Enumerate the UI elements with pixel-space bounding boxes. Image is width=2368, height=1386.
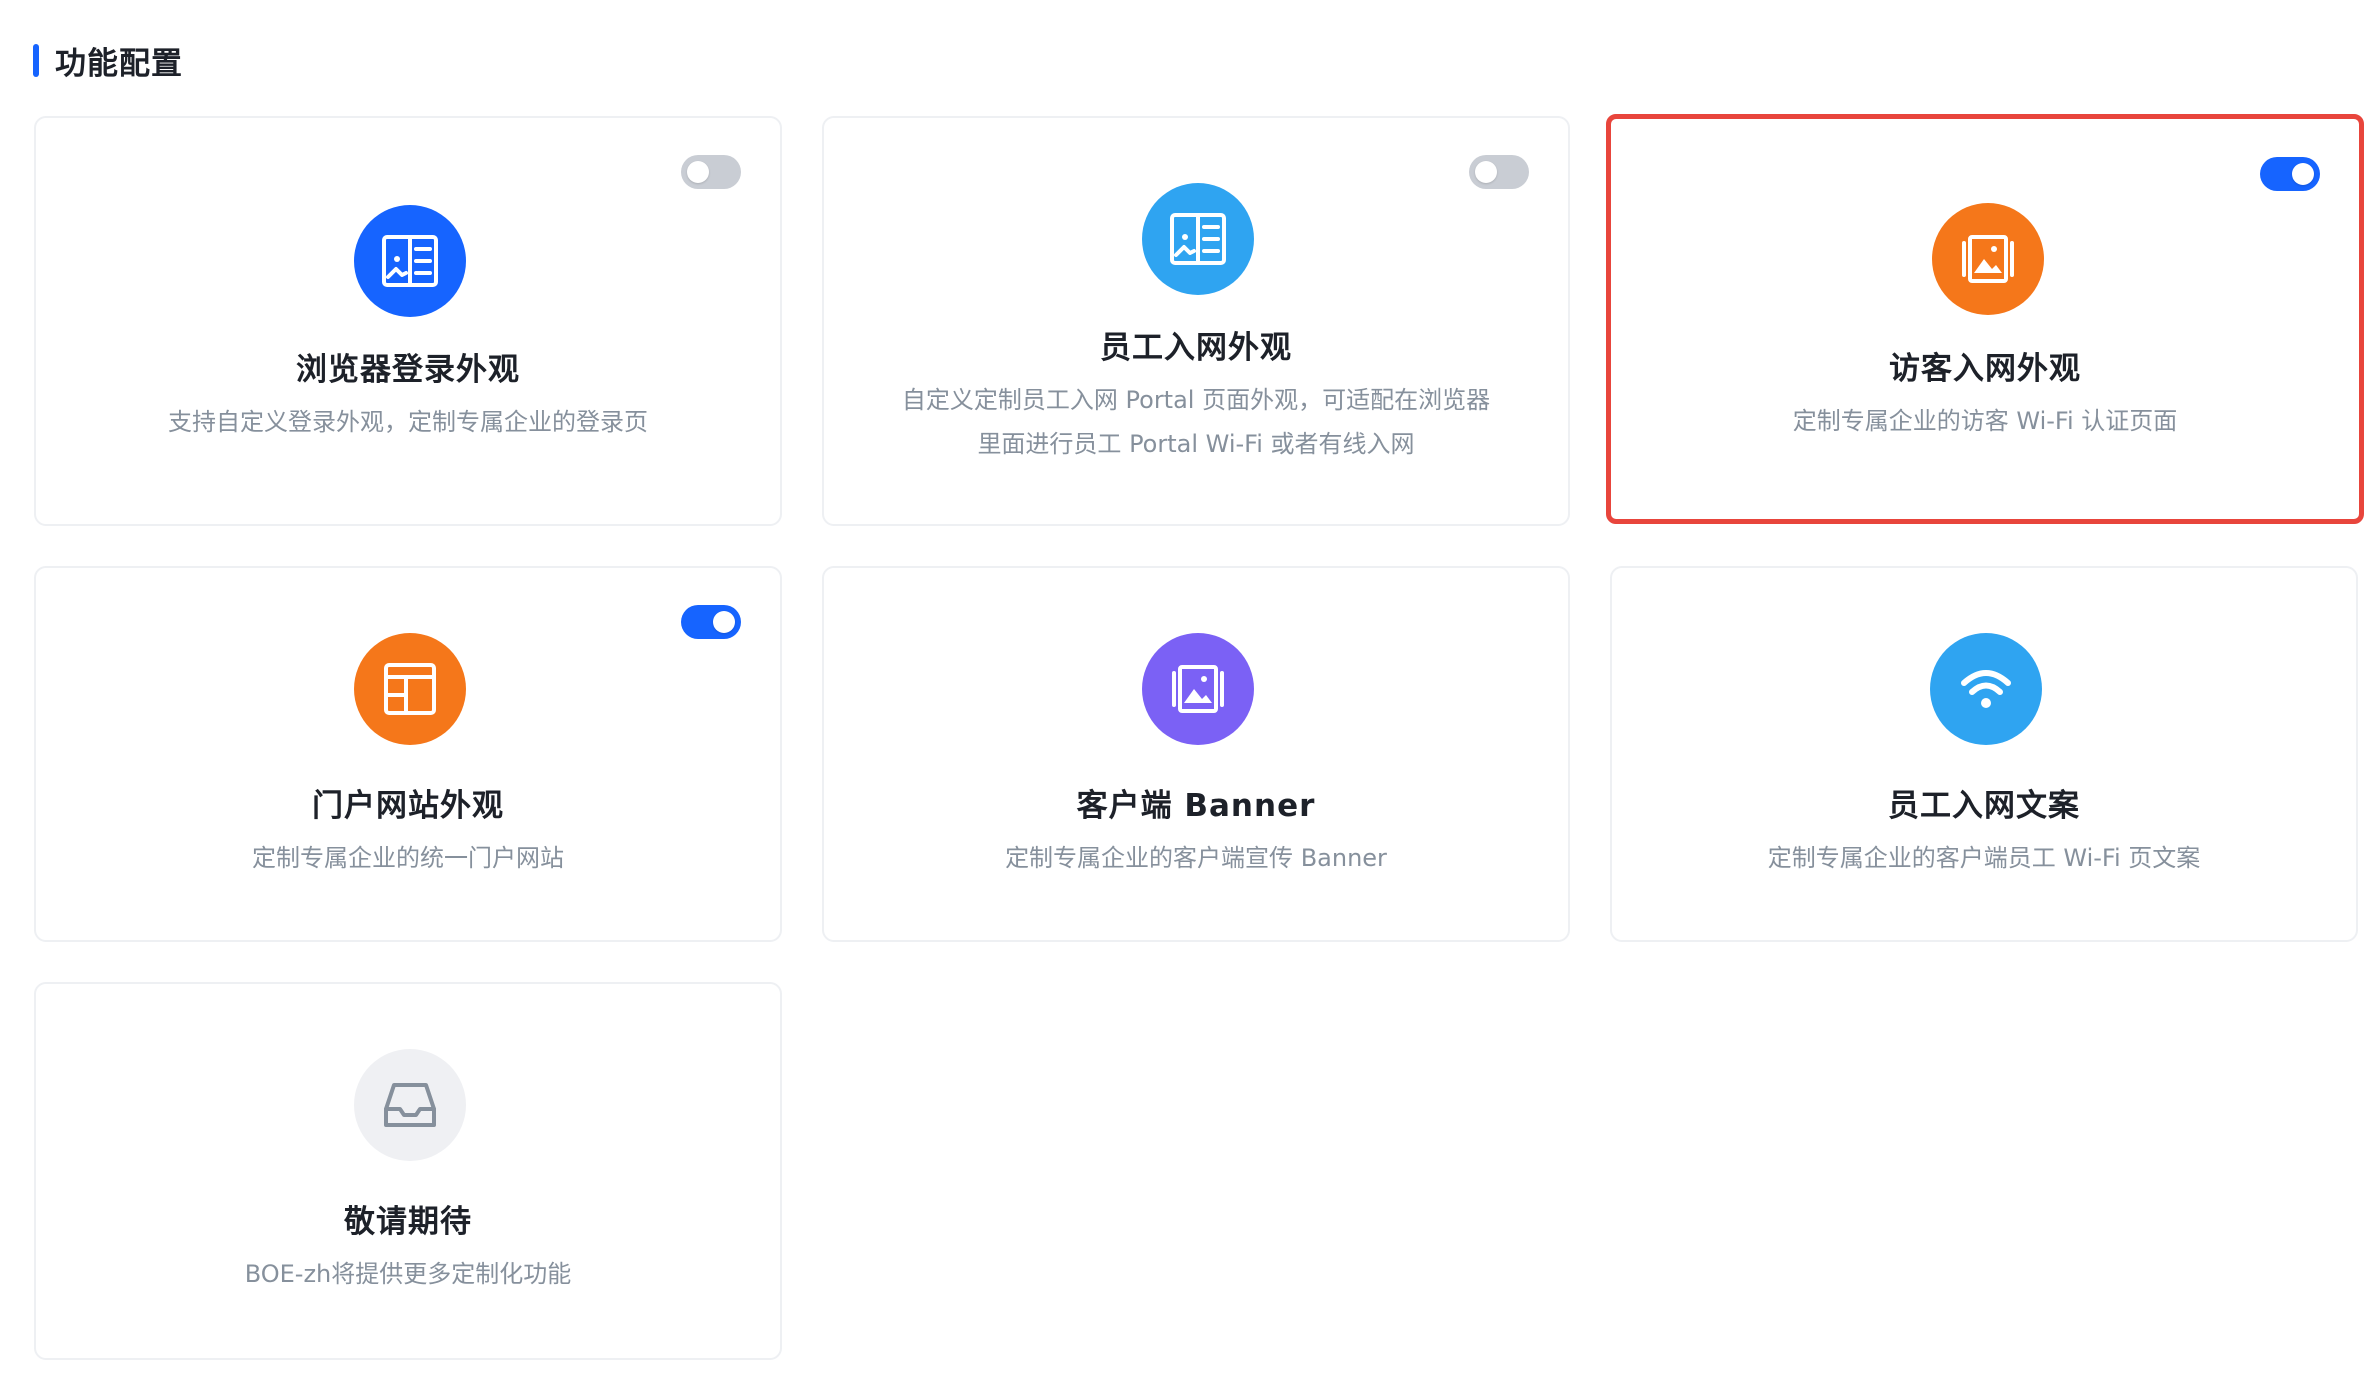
card-description-line: 定制专属企业的客户端宣传 Banner <box>1005 844 1387 872</box>
card-description-line: BOE-zh将提供更多定制化功能 <box>244 1260 572 1288</box>
toggle-switch[interactable] <box>681 155 741 189</box>
card-portal-website-appearance[interactable]: 门户网站外观 定制专属企业的统一门户网站 <box>34 566 782 942</box>
layout-icon <box>354 633 466 745</box>
toggle-knob <box>713 611 735 633</box>
card-description-line: 定制专属企业的访客 Wi-Fi 认证页面 <box>1792 407 2178 435</box>
book-icon <box>1142 183 1254 295</box>
card-description: 定制专属企业的客户端员工 Wi-Fi 页文案 <box>1652 836 2316 880</box>
card-description: 定制专属企业的客户端宣传 Banner <box>864 836 1528 880</box>
card-description-line: 支持自定义登录外观，定制专属企业的登录页 <box>168 408 648 436</box>
card-title: 员工入网文案 <box>1888 788 2080 824</box>
toggle-switch[interactable] <box>1469 155 1529 189</box>
card-description: 定制专属企业的访客 Wi-Fi 认证页面 <box>1651 399 2319 443</box>
book-icon <box>354 205 466 317</box>
wifi-icon <box>1930 633 2042 745</box>
card-title: 敬请期待 <box>344 1204 472 1240</box>
card-description: 自定义定制员工入网 Portal 页面外观，可适配在浏览器 里面进行员工 Por… <box>864 378 1528 466</box>
toggle-switch[interactable] <box>681 605 741 639</box>
card-client-banner[interactable]: 客户端 Banner 定制专属企业的客户端宣传 Banner <box>822 566 1570 942</box>
card-guest-network-appearance[interactable]: 访客入网外观 定制专属企业的访客 Wi-Fi 认证页面 <box>1606 114 2364 524</box>
card-employee-network-copy[interactable]: 员工入网文案 定制专属企业的客户端员工 Wi-Fi 页文案 <box>1610 566 2358 942</box>
toggle-knob <box>2292 163 2314 185</box>
card-browser-login-appearance[interactable]: 浏览器登录外观 支持自定义登录外观，定制专属企业的登录页 <box>34 116 782 526</box>
inbox-icon <box>354 1049 466 1161</box>
card-description: 支持自定义登录外观，定制专属企业的登录页 <box>76 400 740 444</box>
card-employee-network-appearance[interactable]: 员工入网外观 自定义定制员工入网 Portal 页面外观，可适配在浏览器 里面进… <box>822 116 1570 526</box>
card-title: 客户端 Banner <box>1076 788 1316 824</box>
card-title: 访客入网外观 <box>1889 351 2081 387</box>
card-description: BOE-zh将提供更多定制化功能 <box>76 1252 740 1296</box>
image-gallery-icon <box>1932 203 2044 315</box>
card-description-line: 自定义定制员工入网 Portal 页面外观，可适配在浏览器 <box>901 386 1491 414</box>
card-title: 员工入网外观 <box>1100 330 1292 366</box>
toggle-switch[interactable] <box>2260 157 2320 191</box>
toggle-knob <box>687 161 709 183</box>
card-description-line: 定制专属企业的统一门户网站 <box>252 844 564 872</box>
card-coming-soon: 敬请期待 BOE-zh将提供更多定制化功能 <box>34 982 782 1360</box>
card-description-line: 定制专属企业的客户端员工 Wi-Fi 页文案 <box>1767 844 2201 872</box>
section-accent-bar <box>33 44 39 77</box>
card-description: 定制专属企业的统一门户网站 <box>76 836 740 880</box>
section-header: 功能配置 <box>33 38 183 83</box>
section-title: 功能配置 <box>55 46 183 82</box>
card-title: 门户网站外观 <box>312 788 504 824</box>
image-gallery-icon <box>1142 633 1254 745</box>
card-title: 浏览器登录外观 <box>296 352 520 388</box>
toggle-knob <box>1475 161 1497 183</box>
card-description-line: 里面进行员工 Portal Wi-Fi 或者有线入网 <box>977 430 1415 458</box>
